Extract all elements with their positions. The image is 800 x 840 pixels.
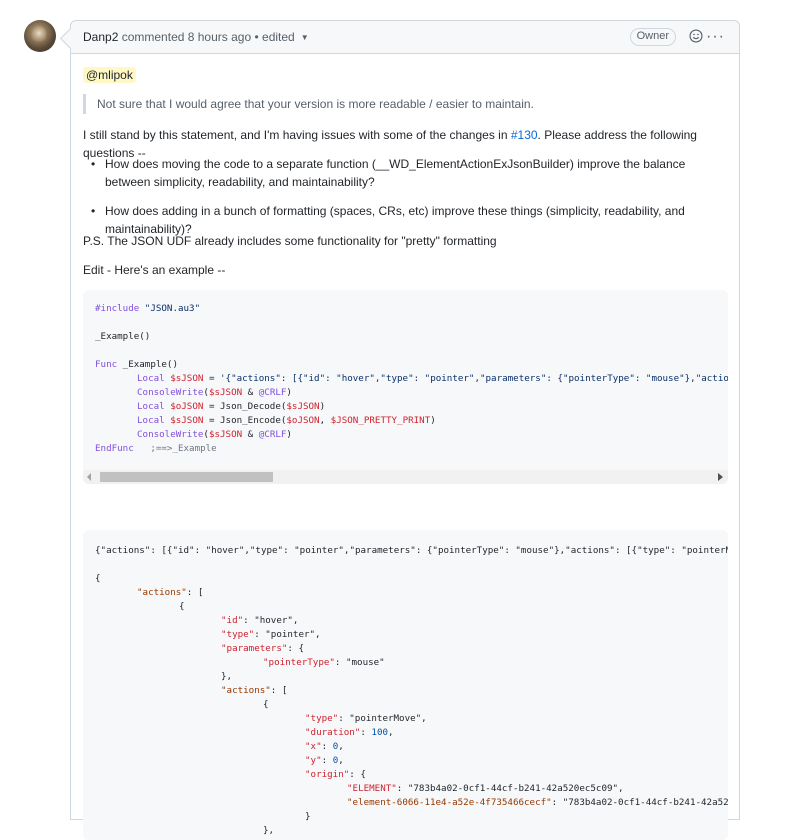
code-line: "type": "pointer", (221, 629, 321, 640)
scroll-thumb[interactable] (100, 472, 273, 482)
code-block-autoit: #include "JSON.au3" _Example() Func _Exa… (83, 290, 728, 484)
kebab-menu-icon[interactable]: ··· (706, 21, 725, 53)
code-line: "element-6066-11e4-a52e-4f735466cecf": "… (347, 797, 728, 808)
code-line: "pointerType": "mouse" (263, 657, 385, 668)
list-item: How does moving the code to a separate f… (91, 155, 725, 191)
code-line: }, (263, 825, 275, 836)
code-line: "id": "hover", (221, 615, 299, 626)
code-line: {"actions": [{"id": "hover","type": "poi… (95, 545, 728, 556)
code-line: }, (221, 671, 233, 682)
edited-label[interactable]: • edited (254, 30, 294, 44)
code-line: { (179, 601, 185, 612)
comment-author[interactable]: Danp2 (83, 30, 118, 44)
code-line: "duration": 100, (305, 727, 394, 738)
user-mention[interactable]: @mlipok (83, 67, 136, 83)
owner-badge: Owner (629, 28, 676, 46)
code-line: "actions": [ (137, 587, 204, 598)
paragraph-ps: P.S. The JSON UDF already includes some … (83, 234, 497, 248)
code-line: "x": 0, (305, 741, 344, 752)
code-line: "actions": [ (221, 685, 288, 696)
code-line: "y": 0, (305, 755, 344, 766)
smiley-icon[interactable] (689, 29, 703, 43)
code-line: { (95, 573, 101, 584)
code-line: "type": "pointerMove", (305, 713, 427, 724)
code-line: { (263, 699, 269, 710)
scroll-left-icon[interactable] (87, 473, 91, 481)
code-line: #include "JSON.au3" (95, 303, 201, 314)
code-line: Local $oJSON = Json_Decode($sJSON) (137, 401, 326, 412)
code-line: ConsoleWrite($sJSON & @CRLF) (137, 429, 292, 440)
code-line: Local $sJSON = Json_Encode($oJSON, $JSON… (137, 415, 436, 426)
comment-box: Danp2 commented 8 hours ago • edited ▼ Ow… (70, 20, 740, 840)
chevron-down-icon[interactable]: ▼ (301, 22, 309, 54)
blockquote: Not sure that I would agree that your ve… (83, 94, 534, 114)
code-block-json-output: { "actions": [ { "id": "hover", "type": "poi… (83, 530, 728, 840)
code-line: Func _Example() (95, 359, 178, 370)
scroll-right-icon[interactable] (718, 473, 723, 481)
issue-link[interactable]: #130 (511, 128, 538, 142)
horizontal-scrollbar[interactable] (83, 470, 728, 484)
code-line: "parameters": { (221, 643, 304, 654)
comment-meta[interactable]: commented 8 hours ago (122, 30, 251, 44)
comment-header: Danp2 commented 8 hours ago • edited ▼ Ow… (71, 21, 739, 54)
code-line: Local $sJSON = '{"actions": [{"id": "hov… (137, 373, 728, 384)
code-line: _Example() (95, 331, 151, 342)
code-line: ConsoleWrite($sJSON & @CRLF) (137, 387, 292, 398)
code-line: "ELEMENT": "783b4a02-0cf1-44cf-b241-42a5… (347, 783, 624, 794)
code-line: } (305, 811, 311, 822)
code-line: "origin": { (305, 769, 366, 780)
avatar[interactable] (24, 20, 56, 52)
paragraph-edit: Edit - Here's an example -- (83, 263, 226, 277)
code-line: EndFunc ;==>_Example (95, 443, 217, 454)
